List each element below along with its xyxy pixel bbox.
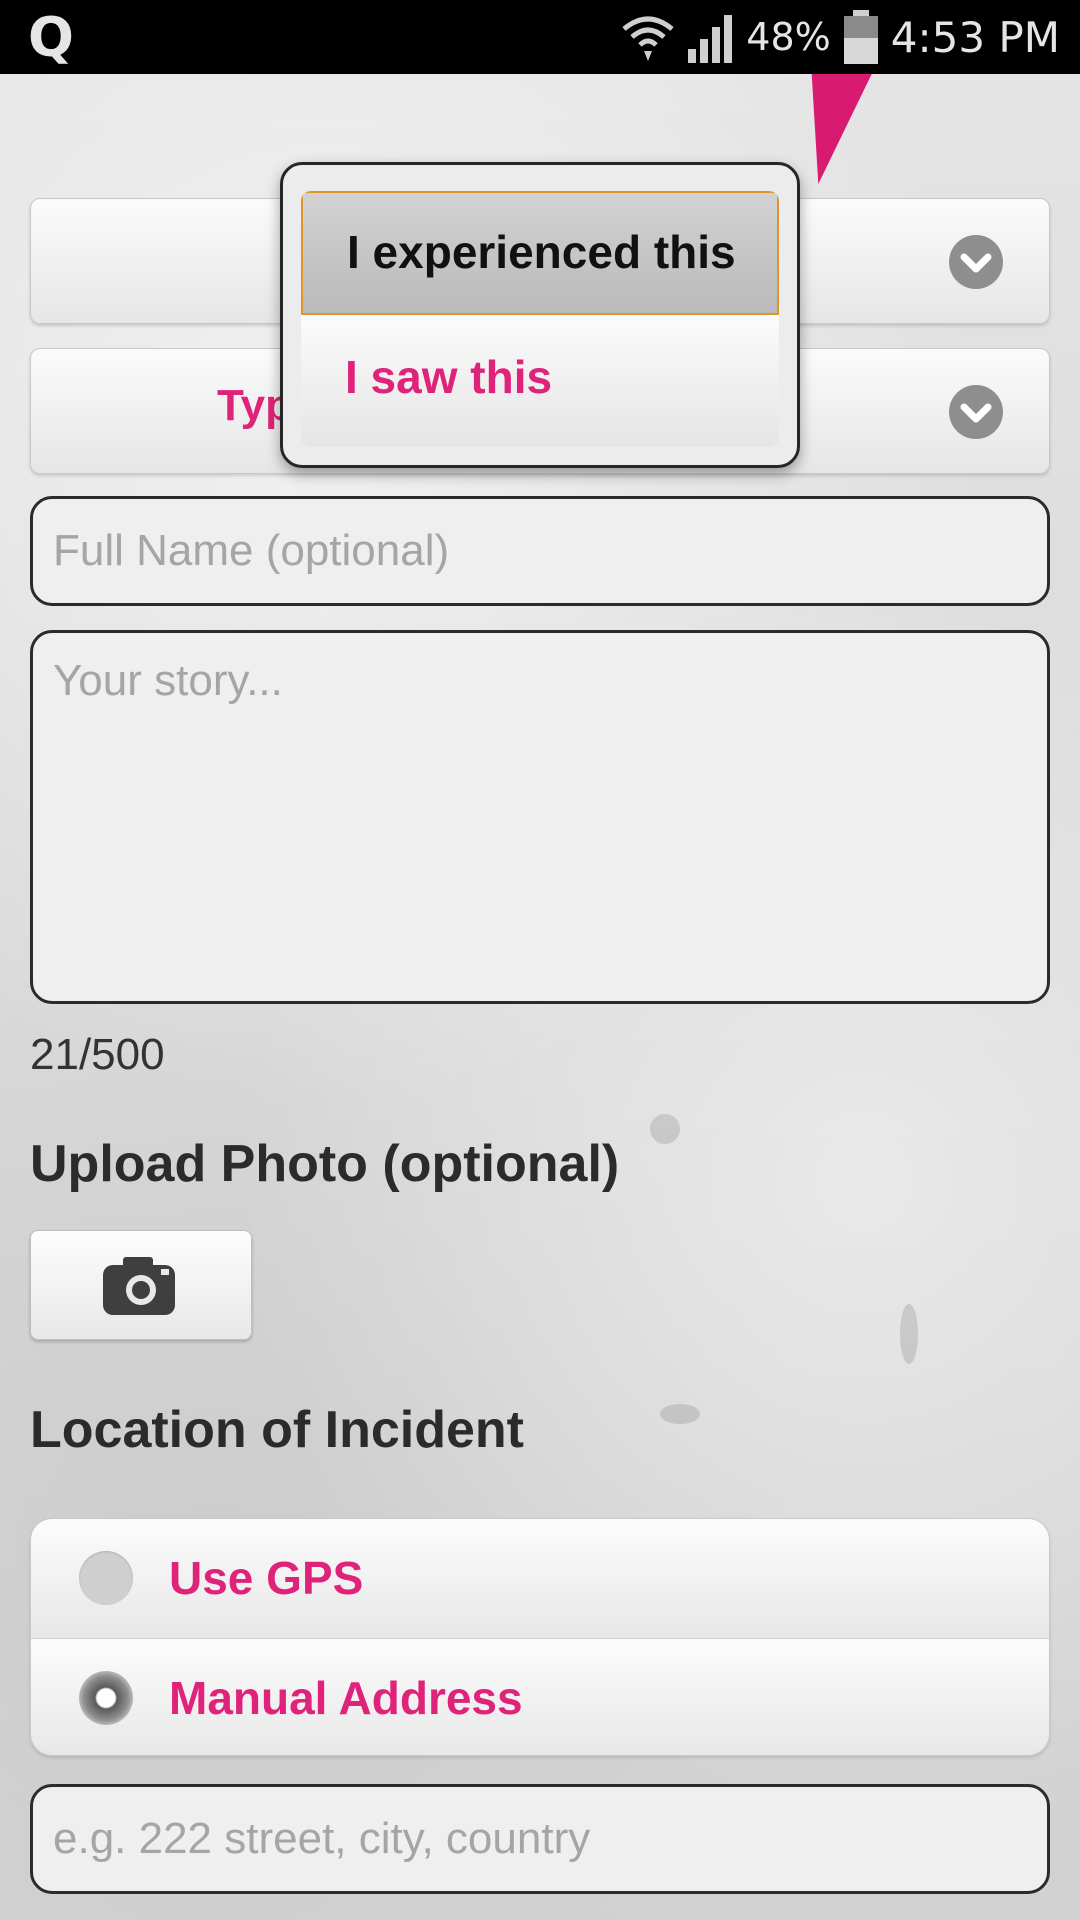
camera-icon: [103, 1257, 175, 1315]
character-counter: 21/500: [30, 1030, 165, 1079]
radio-label: Use GPS: [169, 1552, 364, 1604]
radio-button-icon: [79, 1551, 133, 1605]
texture-speck: [660, 1404, 700, 1424]
radio-button-selected-icon: [79, 1671, 133, 1725]
address-input[interactable]: e.g. 222 street, city, country: [30, 1784, 1050, 1894]
signal-icon: [688, 15, 733, 63]
wifi-icon: [622, 16, 674, 61]
dropdown-option-saw[interactable]: I saw this: [301, 315, 779, 447]
full-name-input[interactable]: Full Name (optional): [30, 496, 1050, 606]
location-heading: Location of Incident: [30, 1401, 524, 1459]
clock: 4:53 PM: [890, 12, 1060, 62]
radio-manual-address[interactable]: Manual Address: [31, 1638, 1049, 1755]
radio-use-gps[interactable]: Use GPS: [31, 1519, 1049, 1638]
status-icons: 48% 4:53 PM: [620, 0, 1060, 74]
dropdown-option-experienced[interactable]: I experienced this: [301, 191, 779, 315]
texture-speck: [650, 1114, 680, 1144]
dropdown-options: I experienced this I saw this: [301, 191, 779, 447]
app-notification-icon: Q: [28, 6, 74, 69]
battery-icon: [843, 10, 878, 64]
upload-photo-heading: Upload Photo (optional): [30, 1135, 620, 1193]
chevron-down-icon: [949, 385, 1003, 439]
upload-photo-button[interactable]: [30, 1230, 252, 1340]
story-textarea[interactable]: Your story...: [30, 630, 1050, 1004]
location-radio-group: Use GPS Manual Address: [30, 1518, 1050, 1756]
chevron-down-icon: [949, 235, 1003, 289]
dropdown-popup: I experienced this I saw this: [280, 162, 800, 468]
texture-speck: [900, 1304, 918, 1364]
radio-label: Manual Address: [169, 1672, 523, 1724]
battery-percent: 48%: [746, 15, 831, 59]
status-bar: Q 48% 4:53 PM: [0, 0, 1080, 74]
